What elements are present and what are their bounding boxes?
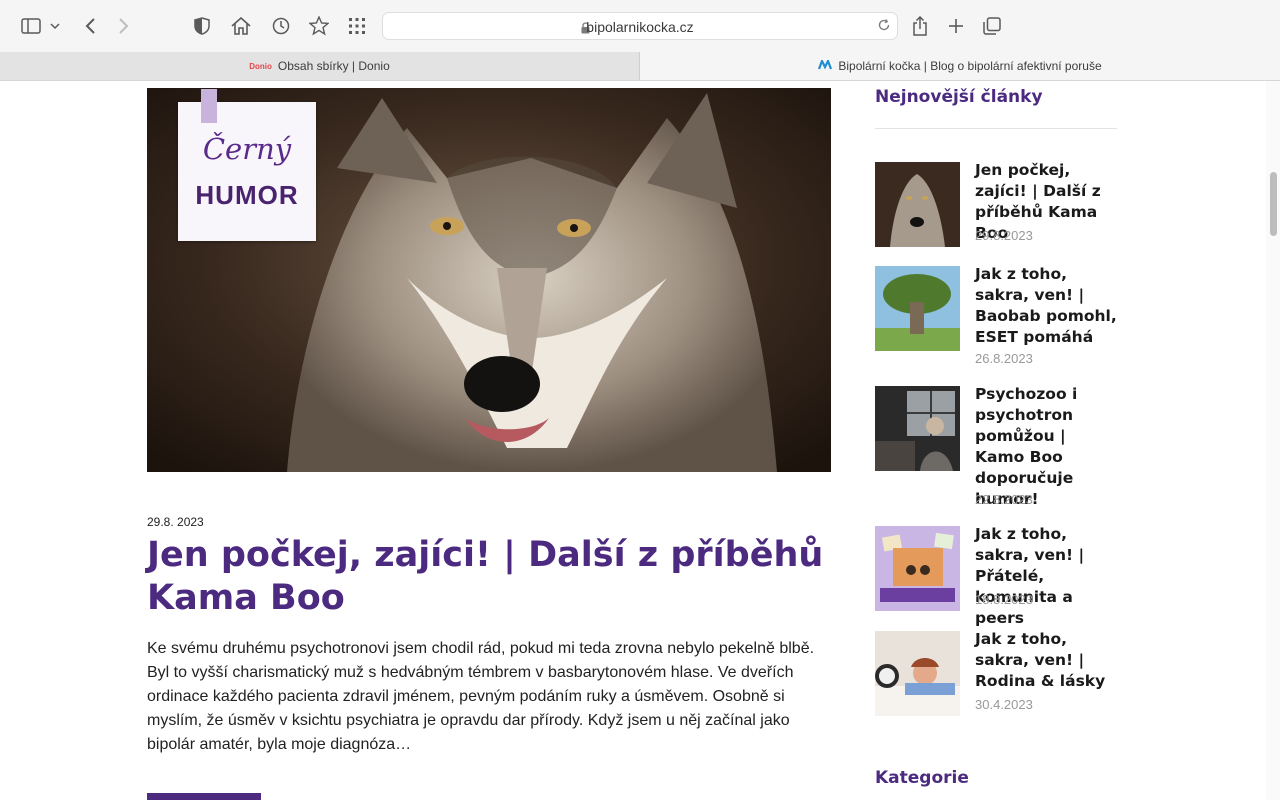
tab-bipolarni-kocka[interactable]: Bipolární kočka | Blog o bipolární afekt… — [640, 52, 1280, 80]
donio-favicon: Donio — [249, 61, 272, 71]
sidebar-post[interactable]: Psychozoo i psychotron pomůžou | Kamo Bo… — [875, 385, 1117, 516]
scrollbar-thumb[interactable] — [1270, 172, 1277, 236]
scrollbar[interactable] — [1266, 81, 1280, 800]
sidebar-post[interactable]: Jak z toho, sakra, ven! | Přátelé, komun… — [875, 525, 1117, 627]
post-date: 22.8.2023 — [975, 492, 1033, 507]
categories-heading: Kategorie — [875, 768, 969, 788]
chevron-down-icon[interactable] — [48, 14, 62, 38]
browser-toolbar: bipolarnikocka.cz — [0, 0, 1280, 53]
ribbon-icon — [201, 89, 217, 123]
article-title[interactable]: Jen počkej, zajíci! | Další z příběhů Ka… — [147, 534, 831, 620]
sidebar-post[interactable]: Jak z toho, sakra, ven! | Rodina & lásky… — [875, 629, 1117, 721]
new-tab-icon[interactable] — [945, 14, 967, 38]
tab-donio[interactable]: Donio Obsah sbírky | Donio — [0, 52, 640, 80]
post-title[interactable]: Jak z toho, sakra, ven! | Rodina & lásky — [975, 629, 1117, 692]
post-thumbnail-baobab[interactable] — [875, 266, 960, 351]
tab-label: Obsah sbírky | Donio — [277, 59, 390, 73]
share-icon[interactable] — [909, 14, 931, 38]
article-date: 29.8. 2023 — [147, 515, 204, 529]
article-excerpt: Ke svému druhému psychotronovi jsem chod… — [147, 640, 815, 753]
post-title[interactable]: Jak z toho, sakra, ven! | Přátelé, komun… — [975, 524, 1117, 629]
badge-line2: HUMOR — [195, 180, 299, 210]
sidebar-post[interactable]: Jak z toho, sakra, ven! | Baobab pomohl,… — [875, 264, 1117, 371]
post-date: 30.4.2023 — [975, 697, 1033, 712]
url-text: bipolarnikocka.cz — [586, 19, 694, 35]
grid-icon[interactable] — [346, 14, 368, 38]
post-title[interactable]: Jak z toho, sakra, ven! | Baobab pomohl,… — [975, 264, 1117, 348]
post-date: 29.8.2023 — [975, 228, 1033, 243]
badge-line1: Černý — [202, 132, 292, 166]
post-thumbnail-man-window[interactable] — [875, 386, 960, 471]
post-thumbnail-alarm-clock[interactable] — [875, 631, 960, 716]
tab-label: Bipolární kočka | Blog o bipolární afekt… — [838, 59, 1102, 73]
post-thumbnail-wolf[interactable] — [875, 162, 960, 247]
read-more-button[interactable] — [147, 793, 261, 800]
address-bar[interactable]: bipolarnikocka.cz — [382, 12, 898, 40]
shield-icon[interactable] — [192, 14, 212, 38]
home-icon[interactable] — [230, 14, 252, 38]
post-thumbnail-friends[interactable] — [875, 526, 960, 611]
tab-bar: Donio Obsah sbírky | Donio Bipolární koč… — [0, 52, 1280, 81]
latest-articles-heading: Nejnovější články — [875, 87, 1043, 107]
reload-icon[interactable] — [877, 18, 891, 37]
back-icon[interactable] — [80, 14, 100, 38]
sidebar-toggle-icon[interactable] — [20, 14, 42, 38]
post-date: 18.8.2023 — [975, 592, 1033, 607]
post-date: 26.8.2023 — [975, 351, 1033, 366]
cerny-humor-badge: Černý HUMOR — [178, 89, 316, 241]
history-icon[interactable] — [270, 14, 292, 38]
forward-icon[interactable] — [114, 14, 134, 38]
divider — [875, 128, 1117, 129]
bookmark-star-icon[interactable] — [308, 14, 330, 38]
sidebar-post[interactable]: Jen počkej, zajíci! | Další z příběhů Ka… — [875, 161, 1117, 252]
bk-logo-icon — [818, 58, 833, 72]
page-content: Černý HUMOR 29.8. 2023 Jen počkej, zajíc… — [0, 81, 1266, 800]
tab-overview-icon[interactable] — [981, 14, 1003, 38]
